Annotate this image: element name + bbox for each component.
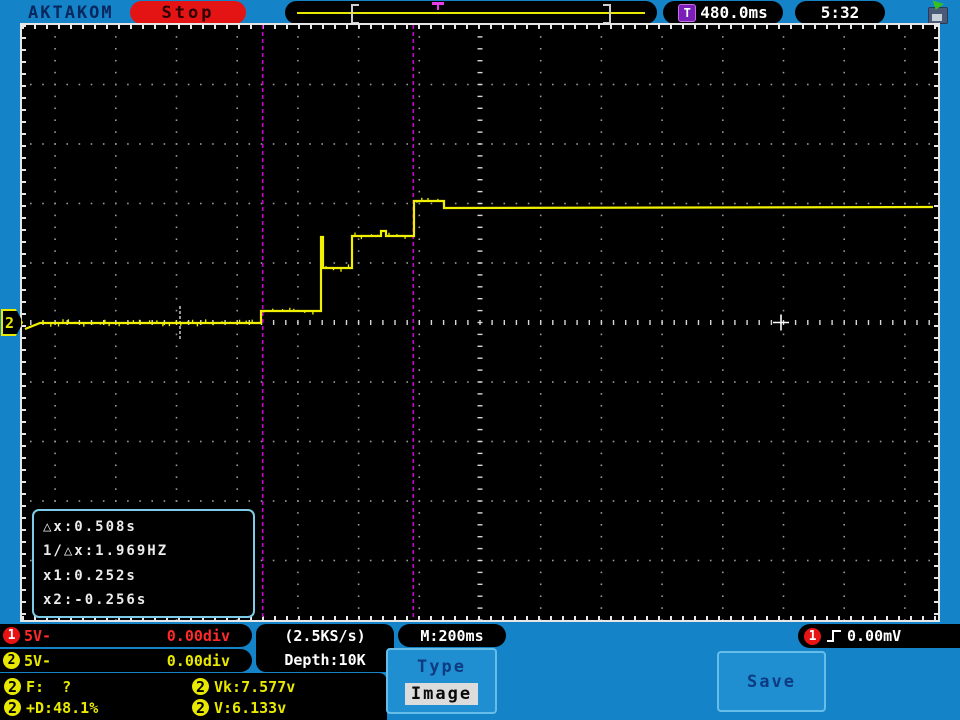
memory-window-right-bracket: [603, 4, 611, 24]
channel1-status[interactable]: 1 5V- 0.00div: [0, 624, 252, 647]
usb-disk-icon: [925, 2, 949, 23]
type-button-value: Image: [405, 683, 478, 705]
memory-window-left-bracket: [351, 4, 359, 24]
channel2-offset: 0.00div: [167, 652, 230, 670]
trigger-position-icon: [432, 2, 444, 10]
oscilloscope-screen: AKTAKOM Stop T 480.0ms 5:32 2 △x:0.5: [0, 0, 960, 720]
measurement-frequency: 2 F: ?: [4, 678, 192, 696]
channel2-badge: 2: [3, 652, 20, 669]
run-stop-button[interactable]: Stop: [130, 1, 246, 24]
measurement-vk: 2 Vk:7.577v: [192, 678, 380, 696]
cursor-x1: x1:0.252s: [43, 568, 244, 584]
channel2-status[interactable]: 2 5V- 0.00div: [0, 649, 252, 672]
brand-label: AKTAKOM: [28, 3, 114, 23]
trigger-delay-value: 480.0ms: [700, 3, 767, 22]
trigger-level: 0.00mV: [847, 627, 901, 645]
measurement-v: 2 V:6.133v: [192, 699, 380, 717]
acquisition-status: (2.5KS/s) Depth:10K: [256, 624, 394, 672]
rising-edge-icon: [825, 628, 843, 644]
sample-rate: (2.5KS/s): [284, 627, 365, 645]
trigger-delay-readout: T 480.0ms: [663, 1, 783, 24]
trigger-t-icon: T: [678, 4, 696, 22]
clock: 5:32: [795, 1, 885, 24]
type-button-title: Type: [417, 657, 466, 677]
channel1-badge: 1: [3, 627, 20, 644]
cursor-delta-x: △x:0.508s: [43, 519, 244, 535]
save-button[interactable]: Save: [717, 651, 826, 712]
trigger-source-badge: 1: [804, 628, 821, 645]
memory-position-bar[interactable]: [285, 1, 657, 24]
cursor-x2: x2:-0.256s: [43, 592, 244, 608]
cursor-readout-box: △x:0.508s 1/△x:1.969HZ x1:0.252s x2:-0.2…: [32, 509, 255, 618]
channel2-scale: 5V-: [24, 652, 51, 670]
type-button[interactable]: Type Image: [386, 648, 497, 714]
memory-depth: Depth:10K: [284, 651, 365, 669]
timebase-status[interactable]: M:200ms: [398, 624, 506, 647]
channel1-scale: 5V-: [24, 627, 51, 645]
channel2-position-marker[interactable]: 2: [1, 309, 23, 336]
bottom-status-panel: 1 5V- 0.00div 2 5V- 0.00div (2.5KS/s) De…: [0, 622, 960, 720]
memory-window-line: [297, 12, 645, 14]
cursor-inverse-delta-x: 1/△x:1.969HZ: [43, 543, 244, 559]
channel1-offset: 0.00div: [167, 627, 230, 645]
measurement-duty: 2 +D:48.1%: [4, 699, 192, 717]
trigger-status[interactable]: 1 0.00mV: [798, 624, 960, 648]
measurement-readouts: 2 F: ? 2 Vk:7.577v 2 +D:48.1% 2 V:6.133v: [0, 673, 387, 720]
